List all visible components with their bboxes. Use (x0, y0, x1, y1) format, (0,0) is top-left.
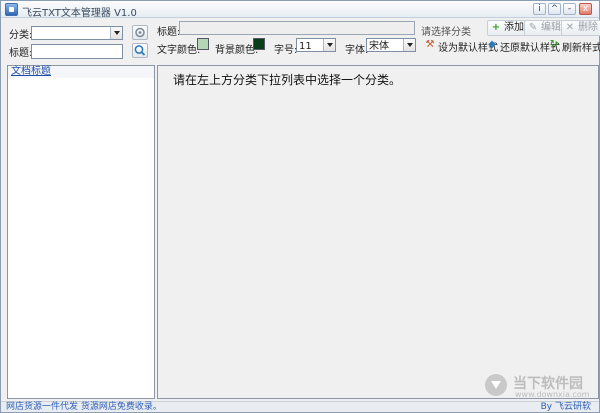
category-row: 分类: (3, 25, 123, 41)
category-select[interactable] (31, 26, 123, 40)
text-color-label: 文字颜色: (157, 45, 201, 56)
editor-area[interactable]: 请在左上方分类下拉列表中选择一个分类。 (157, 65, 599, 399)
doc-title-label: 标题: (157, 27, 181, 38)
chevron-down-icon (403, 39, 415, 51)
title-row: 标题: (3, 43, 123, 59)
filter-panel: 分类: 标题: (3, 20, 155, 63)
edit-button[interactable]: ✎ 编辑 (524, 20, 565, 36)
refresh-icon: ↻ (549, 39, 559, 50)
diamond-icon: ◆ (488, 39, 496, 50)
font-size-value: 11 (299, 41, 312, 52)
search-button[interactable] (132, 43, 148, 58)
settings-button[interactable] (132, 25, 148, 40)
pencil-icon: ✎ (528, 22, 538, 33)
chevron-down-icon (110, 27, 122, 39)
select-category-message: 请在左上方分类下拉列表中选择一个分类。 (173, 73, 402, 87)
title-bar[interactable]: 飞云TXT文本管理器 V1.0 i ^ - x (1, 1, 599, 19)
delete-x-icon: ✕ (565, 22, 575, 33)
wrench-icon: ⚒ (425, 39, 435, 50)
doc-title-field[interactable] (179, 21, 415, 35)
download-arrow-icon (485, 374, 507, 396)
status-author-link[interactable]: By 飞云研软 (541, 402, 591, 413)
search-icon (134, 45, 146, 56)
select-category-hint: 请选择分类 (421, 27, 471, 38)
refresh-style-button[interactable]: ↻ 刷新样式 (549, 39, 600, 55)
app-window: 飞云TXT文本管理器 V1.0 i ^ - x 分类: 标题: 文档标题 标题:… (0, 0, 600, 413)
font-value: 宋体 (369, 41, 389, 52)
title-label: 标题: (9, 47, 33, 59)
font-size-select[interactable]: 11 (296, 38, 336, 52)
document-list-header[interactable]: 文档标题 (8, 66, 154, 78)
window-title: 飞云TXT文本管理器 V1.0 (22, 8, 137, 19)
app-window-icon (5, 3, 18, 16)
font-select[interactable]: 宋体 (366, 38, 416, 52)
bg-color-label: 背景颜色: (215, 45, 259, 56)
document-list[interactable]: 文档标题 (7, 65, 155, 399)
category-label: 分类: (9, 29, 33, 41)
editor-toolbar: 标题: 请选择分类 + 添加 ✎ 编辑 ✕ 删除 文字颜色: 背景颜色: 字号:… (157, 20, 600, 63)
delete-button[interactable]: ✕ 删除 (561, 20, 600, 36)
bg-color-swatch[interactable] (253, 38, 265, 50)
text-color-swatch[interactable] (197, 38, 209, 50)
collapse-button[interactable]: ^ (548, 3, 561, 15)
plus-icon: + (491, 22, 501, 33)
chevron-down-icon (323, 39, 335, 51)
title-search-input[interactable] (31, 43, 123, 59)
watermark-url: www.downxia.com (515, 390, 590, 399)
gear-icon (135, 27, 145, 38)
info-button[interactable]: i (533, 3, 546, 15)
status-bar: 网店货源一件代发 货源网店免费收录。 By 飞云研软 (1, 401, 599, 412)
watermark: 当下软件园 www.downxia.com (485, 372, 599, 400)
font-label: 字体: (345, 45, 369, 56)
add-button[interactable]: + 添加 (487, 20, 528, 36)
minimize-button[interactable]: - (563, 3, 576, 15)
status-left-link[interactable]: 网店货源一件代发 货源网店免费收录。 (6, 402, 162, 413)
font-size-label: 字号: (274, 45, 298, 56)
close-button[interactable]: x (579, 3, 592, 15)
